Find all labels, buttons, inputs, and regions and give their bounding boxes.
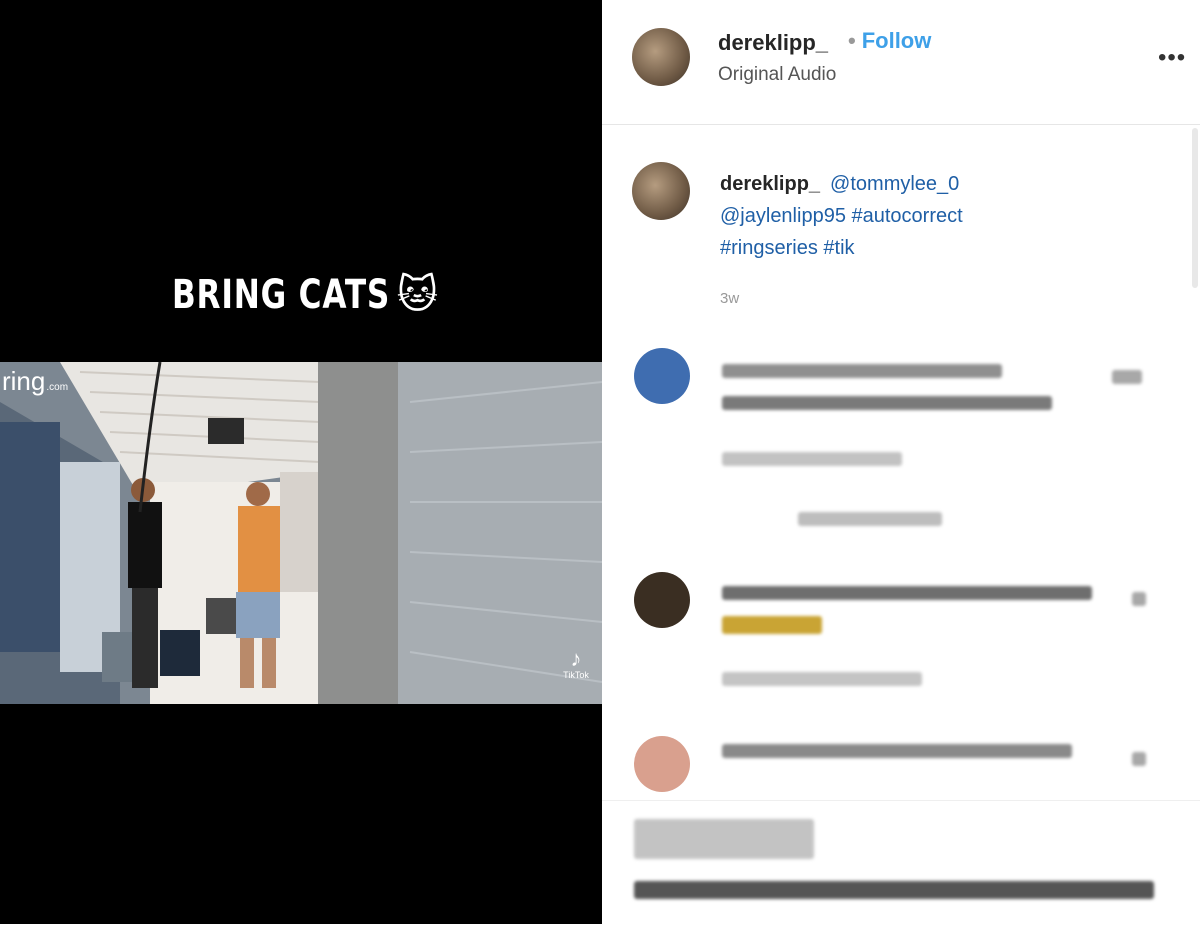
post-timestamp: 3w	[720, 290, 740, 307]
mention-link[interactable]: @jaylenlipp95	[720, 205, 846, 227]
video-player[interactable]: BRING CATS 🐱 ring.com ♪ TikTok	[0, 0, 602, 924]
follow-button[interactable]: • Follow	[848, 28, 931, 54]
hashtag-link[interactable]: #tik	[823, 237, 854, 259]
ring-logo: ring.com	[2, 366, 69, 396]
author-username[interactable]: dereklipp_	[718, 30, 828, 56]
comments-scrollbar[interactable]	[1192, 128, 1198, 288]
commenter-avatar[interactable]	[634, 736, 690, 792]
caption-avatar[interactable]	[632, 162, 690, 220]
commenter-avatar[interactable]	[634, 348, 690, 404]
tiktok-watermark: ♪ TikTok	[556, 646, 596, 681]
mention-link[interactable]: @tommylee_0	[830, 173, 959, 195]
hashtag-link[interactable]: #autocorrect	[852, 205, 963, 227]
audio-label[interactable]: Original Audio	[718, 64, 836, 86]
comment-meta	[722, 672, 922, 686]
author-avatar[interactable]	[632, 28, 690, 86]
video-caption: BRING CATS 🐱	[172, 272, 440, 318]
more-icon[interactable]: •••	[1158, 44, 1186, 72]
comment-text	[722, 744, 1072, 758]
view-replies-button[interactable]	[798, 512, 942, 526]
tiktok-icon: ♪	[570, 646, 582, 671]
post-header: dereklipp_ • Follow Original Audio •••	[602, 0, 1200, 125]
hashtag-link[interactable]: #ringseries	[720, 237, 818, 259]
comment-text	[722, 364, 1002, 378]
comment-emoji	[722, 616, 822, 634]
post-details-panel: dereklipp_ • Follow Original Audio ••• de…	[602, 0, 1200, 924]
like-icon[interactable]	[1132, 752, 1146, 766]
liked-by-text	[634, 881, 1154, 899]
comment-text	[722, 396, 1052, 410]
caption-username[interactable]: dereklipp_	[720, 173, 820, 195]
like-icon[interactable]	[1112, 370, 1142, 384]
action-icons[interactable]	[634, 819, 814, 859]
post-caption: dereklipp_ @tommylee_0 @jaylenlipp95 #aut…	[720, 168, 1160, 264]
comment-text	[722, 586, 1092, 600]
post-actions	[602, 800, 1200, 925]
comment-meta	[722, 452, 902, 466]
doorbell-footage	[0, 362, 602, 704]
like-icon[interactable]	[1132, 592, 1146, 606]
commenter-avatar[interactable]	[634, 572, 690, 628]
cat-emoji: 🐱	[396, 272, 440, 318]
